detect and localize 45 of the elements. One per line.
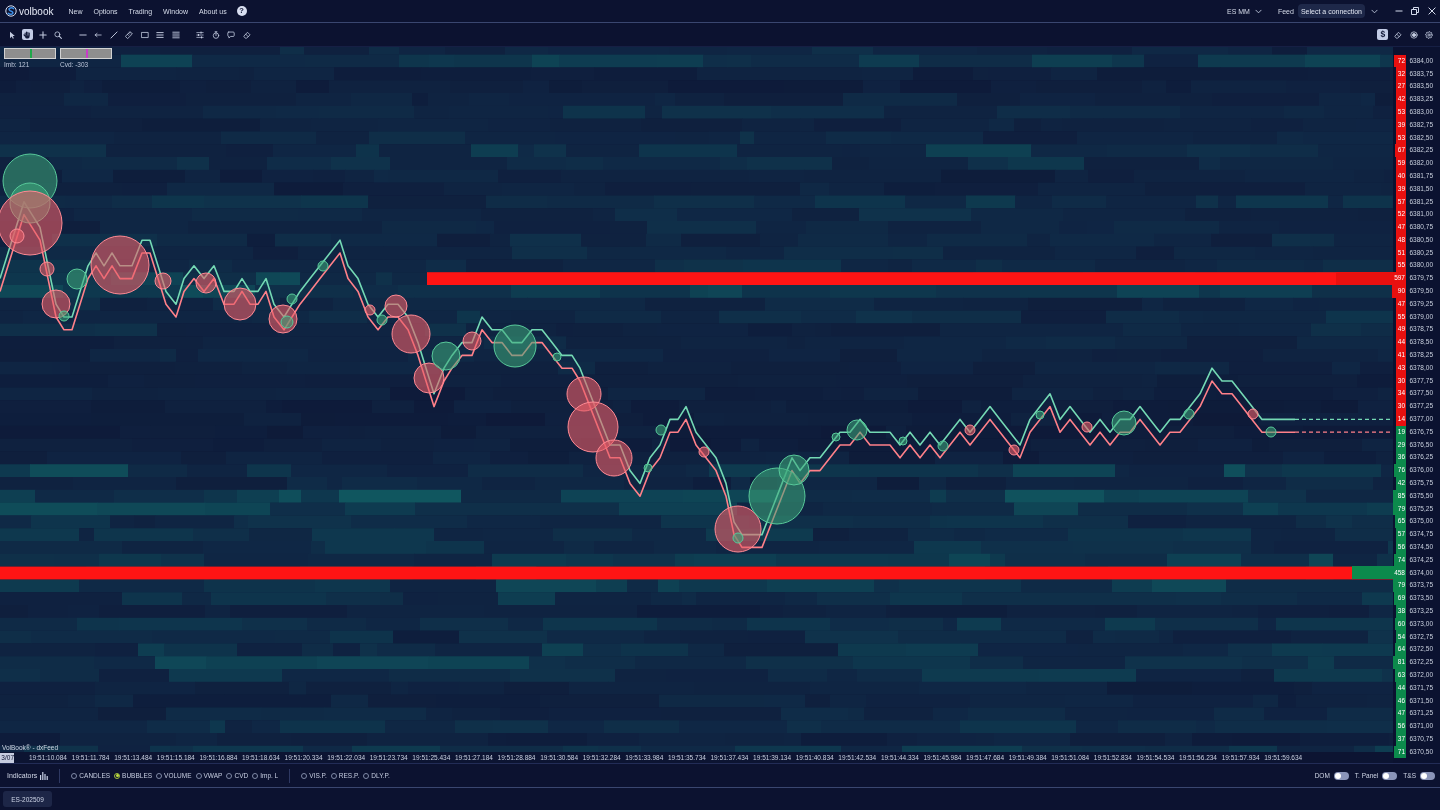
eraser-icon [1394,30,1403,39]
hand-icon [23,30,32,39]
crosshair-icon [38,30,47,39]
list-icon [171,30,180,39]
tool-button[interactable] [37,29,49,40]
tool-button[interactable] [210,29,222,40]
minimize-icon[interactable] [1395,7,1403,15]
eraser-icon [242,30,251,39]
radio-button[interactable] [114,772,121,779]
record-icon [1409,30,1418,39]
tool-button[interactable] [170,29,182,40]
bar-chart-icon [40,771,49,780]
tool-button[interactable] [139,29,151,40]
sliders-icon [196,30,205,39]
tool-button[interactable] [52,29,64,40]
toggle-switch[interactable] [1333,771,1349,780]
chevron-down-icon [1254,8,1262,14]
ruler-icon [125,30,134,39]
tool-button[interactable] [1392,29,1404,40]
toggle-switch[interactable] [1420,771,1435,780]
tool-button[interactable] [21,29,33,40]
tool-button[interactable] [225,29,237,40]
rectangle-icon [140,30,149,39]
cursor-arrow-icon [7,30,16,39]
lines-icon [156,30,165,39]
restore-icon[interactable] [1411,7,1419,15]
left-arrow-icon [94,30,103,39]
chevron-down-icon[interactable] [1371,8,1378,14]
logo-icon [5,5,17,17]
tool-button[interactable] [1408,29,1420,40]
tool-button[interactable] [123,29,135,40]
settings-icon [1425,30,1434,39]
tool-button[interactable] [1423,29,1435,40]
close-icon[interactable] [1428,7,1436,15]
diagonal-line-icon [109,30,118,39]
speech-bubble-icon [227,30,236,39]
tool-button[interactable] [241,29,253,40]
tool-button[interactable] [108,29,120,40]
app-name: volbook [19,5,54,17]
tool-button[interactable] [154,29,166,40]
magnifier-icon [54,30,63,39]
toggle-switch[interactable] [1382,771,1398,780]
volume-bar [1395,412,1406,426]
stopwatch-icon [211,30,220,39]
tool-button[interactable] [194,29,206,40]
